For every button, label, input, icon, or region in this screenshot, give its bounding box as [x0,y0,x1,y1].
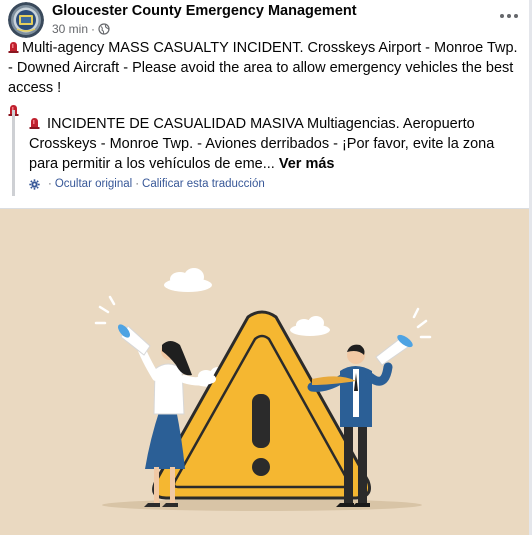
meta-separator: · [91,22,96,36]
translation-block: INCIDENTE DE CASUALIDAD MASIVA Multiagen… [12,110,524,196]
post-image[interactable] [0,209,529,535]
post-meta: 30 min · [52,22,110,36]
links-separator: · [48,178,52,190]
links-separator: · [135,178,140,190]
emergency-light-icon [8,39,19,53]
megaphone-icon [375,307,432,366]
hide-original-link[interactable]: Ocultar original [55,178,132,190]
translation-links: · Ocultar original · Calificar esta trad… [29,178,265,190]
warning-illustration [94,268,432,511]
post-card: Gloucester County Emergency Management 3… [0,0,529,535]
post-header: Gloucester County Emergency Management 3… [8,2,523,38]
more-options-icon[interactable] [495,6,523,26]
globe-icon[interactable] [98,23,110,35]
post-text-en: Multi-agency MASS CASUALTY INCIDENT. Cro… [8,40,518,96]
post-time[interactable]: 30 min [52,22,88,36]
rate-translation-link[interactable]: Calificar esta traducción [142,178,265,190]
gear-icon [29,178,40,190]
page-avatar[interactable] [8,2,44,38]
page-name[interactable]: Gloucester County Emergency Management [52,3,357,19]
post-body: Multi-agency MASS CASUALTY INCIDENT. Cro… [8,38,524,116]
see-more-link[interactable]: Ver más [279,156,335,172]
emergency-light-icon [29,115,40,129]
translation-body: INCIDENTE DE CASUALIDAD MASIVA Multiagen… [29,116,495,172]
translation-text: INCIDENTE DE CASUALIDAD MASIVA Multiagen… [29,114,524,174]
megaphone-icon [94,295,151,356]
warning-triangle-icon [152,310,371,500]
